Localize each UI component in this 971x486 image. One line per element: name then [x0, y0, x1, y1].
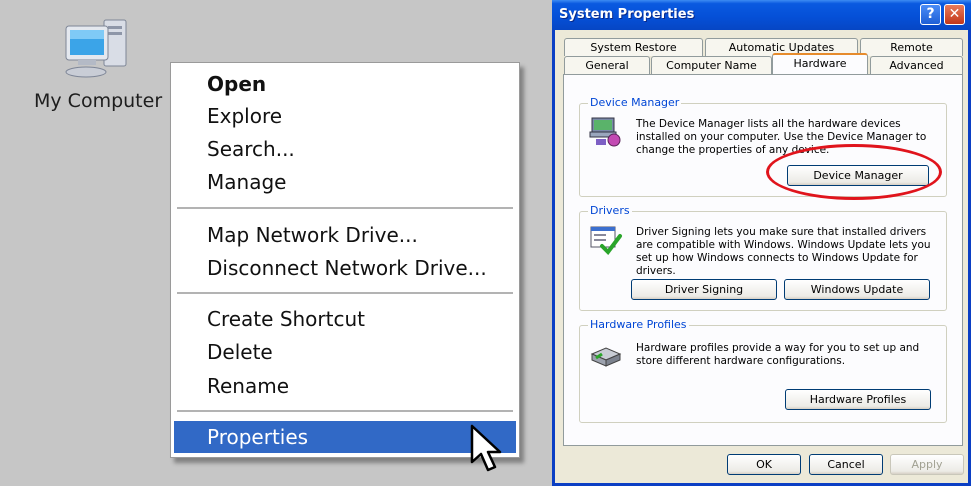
menu-item-rename[interactable]: Rename [174, 370, 516, 402]
menu-separator [177, 207, 513, 209]
dialog-title-bar[interactable]: System Properties ? ✕ [552, 0, 971, 30]
drivers-description: Driver Signing lets you make sure that i… [636, 226, 931, 277]
device-manager-icon [589, 117, 621, 147]
hardware-profiles-group-label: Hardware Profiles [588, 318, 689, 331]
context-menu: Open Explore Search... Manage Map Networ… [170, 62, 520, 458]
system-properties-dialog: System Properties ? ✕ System Restore Aut… [552, 0, 971, 486]
hardware-profiles-button[interactable]: Hardware Profiles [785, 389, 931, 410]
ok-button[interactable]: OK [727, 454, 801, 475]
device-manager-group-label: Device Manager [588, 96, 682, 109]
tab-hardware[interactable]: Hardware [772, 53, 868, 74]
dialog-title: System Properties [559, 7, 695, 22]
tab-general[interactable]: General [564, 56, 650, 74]
cancel-button[interactable]: Cancel [809, 454, 883, 475]
hardware-profiles-description: Hardware profiles provide a way for you … [636, 342, 920, 367]
windows-update-button[interactable]: Windows Update [784, 279, 930, 300]
computer-icon [65, 19, 127, 78]
menu-separator [177, 292, 513, 294]
menu-separator [177, 410, 513, 412]
menu-item-map-network-drive[interactable]: Map Network Drive... [174, 219, 516, 251]
tab-system-restore[interactable]: System Restore [564, 38, 703, 56]
help-button[interactable]: ? [920, 4, 941, 25]
annotation-highlight-ring [766, 144, 942, 200]
menu-item-open[interactable]: Open [174, 68, 516, 100]
tab-remote[interactable]: Remote [860, 38, 963, 56]
hardware-profiles-icon [590, 347, 622, 367]
close-button[interactable]: ✕ [944, 4, 965, 25]
menu-item-delete[interactable]: Delete [174, 336, 516, 368]
menu-item-properties[interactable]: Properties [174, 421, 516, 453]
driver-signing-icon [590, 226, 622, 256]
menu-item-explore[interactable]: Explore [174, 100, 516, 132]
menu-item-search[interactable]: Search... [174, 133, 516, 165]
drivers-group: Drivers Driver Signing lets you make sur… [579, 204, 947, 311]
hardware-tab-panel: Device Manager The Device Manager lists … [563, 74, 963, 446]
hardware-profiles-group: Hardware Profiles Hardware profiles prov… [579, 318, 947, 423]
my-computer-label: My Computer [34, 90, 163, 112]
tab-advanced[interactable]: Advanced [870, 56, 963, 74]
mouse-pointer-icon [470, 424, 502, 472]
drivers-group-label: Drivers [588, 204, 632, 217]
tab-computer-name[interactable]: Computer Name [651, 56, 772, 74]
menu-item-manage[interactable]: Manage [174, 166, 516, 198]
my-computer-desktop-icon[interactable]: My Computer [30, 18, 170, 118]
menu-item-disconnect-network-drive[interactable]: Disconnect Network Drive... [174, 252, 516, 284]
apply-button[interactable]: Apply [890, 454, 964, 475]
menu-item-create-shortcut[interactable]: Create Shortcut [174, 303, 516, 335]
driver-signing-button[interactable]: Driver Signing [631, 279, 777, 300]
